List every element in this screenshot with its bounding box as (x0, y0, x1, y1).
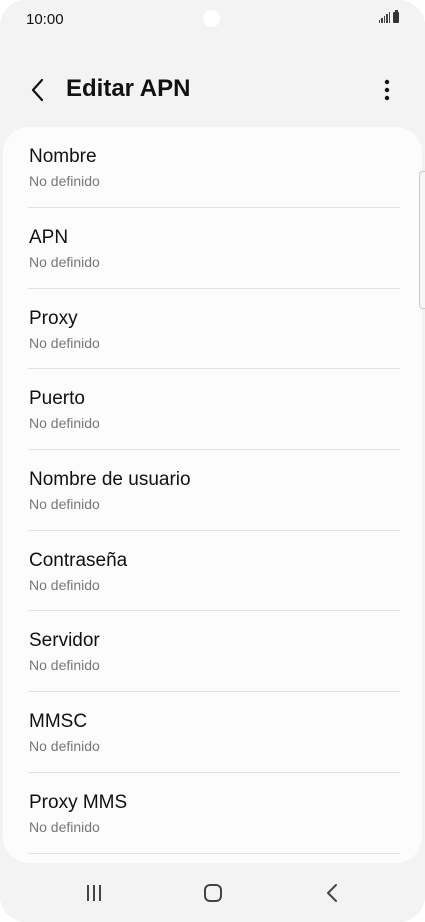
phone-screen: 10:00 Editar APN Nombre No definido APN … (0, 0, 425, 922)
list-item-apn[interactable]: APN No definido (28, 208, 400, 289)
navigation-bar (0, 864, 425, 922)
nav-back-button[interactable] (312, 880, 352, 906)
more-vertical-icon (384, 79, 390, 101)
item-label: Nombre (29, 146, 97, 167)
list-item-contrasena[interactable]: Contraseña No definido (28, 531, 400, 612)
item-value: No definido (29, 576, 100, 593)
item-value: No definido (29, 738, 100, 755)
list-item-nombre[interactable]: Nombre No definido (28, 127, 400, 208)
item-value: No definido (29, 818, 100, 835)
item-label: MMSC (29, 711, 88, 733)
item-label: APN (29, 227, 69, 248)
item-value: No definido (29, 173, 100, 189)
list-item-proxy[interactable]: Proxy No definido (28, 289, 400, 370)
scrollbar-thumb[interactable] (419, 171, 425, 309)
signal-icon (378, 12, 390, 23)
home-button[interactable] (193, 880, 233, 906)
item-value: No definido (29, 496, 100, 513)
item-value: No definido (29, 334, 100, 351)
back-button[interactable] (22, 74, 54, 106)
list-item-servidor[interactable]: Servidor No definido (28, 611, 400, 693)
recent-apps-button[interactable] (74, 880, 114, 906)
item-value: No definido (29, 254, 100, 270)
list-item-puerto[interactable]: Puerto No definido (28, 369, 400, 451)
back-icon (327, 884, 337, 902)
item-label: Contraseña (29, 549, 128, 571)
app-bar: Editar APN (0, 60, 425, 120)
item-label: Proxy (29, 307, 78, 329)
status-icons (378, 10, 399, 23)
list-item-mmsc[interactable]: MMSC No definido (28, 692, 400, 773)
list-item-proxy-mms[interactable]: Proxy MMS No definido (28, 773, 400, 854)
home-icon (204, 884, 222, 902)
item-value: No definido (29, 415, 100, 432)
battery-icon (393, 10, 399, 23)
chevron-left-icon (31, 78, 44, 102)
item-label: Servidor (29, 630, 100, 652)
item-value: No definido (29, 657, 100, 674)
apn-settings-list: Nombre No definido APN No definido Proxy… (3, 127, 422, 863)
item-label: Puerto (29, 388, 85, 410)
recent-apps-icon (87, 885, 101, 901)
more-options-button[interactable] (371, 74, 403, 106)
list-item-nombre-de-usuario[interactable]: Nombre de usuario No definido (28, 450, 400, 531)
item-label: Proxy MMS (29, 791, 128, 813)
front-camera (203, 10, 220, 27)
status-time: 10:00 (26, 11, 64, 28)
page-title: Editar APN (66, 75, 191, 102)
item-label: Nombre de usuario (29, 469, 191, 491)
status-bar: 10:00 (0, 0, 425, 40)
